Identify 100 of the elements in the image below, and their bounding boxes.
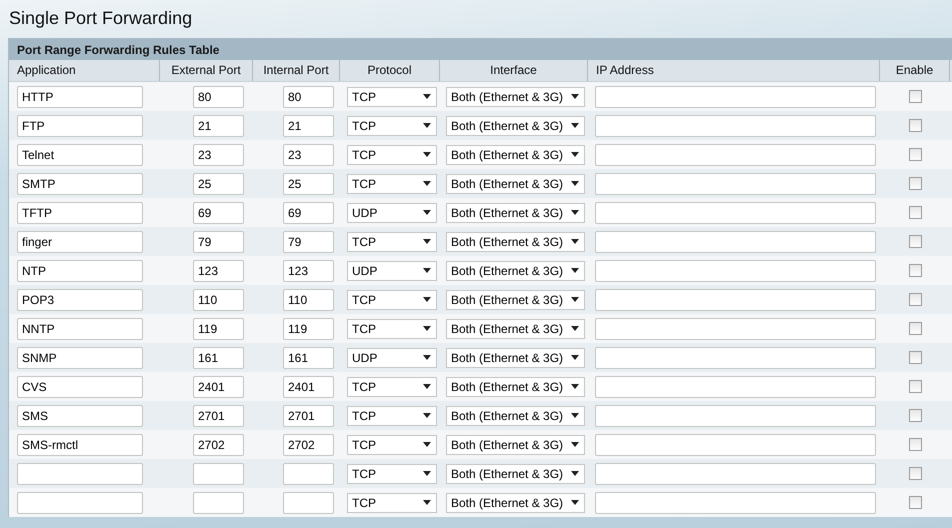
internal-port-field[interactable]: 69 [283,202,334,224]
external-port-field[interactable]: 69 [193,202,244,224]
application-field[interactable]: SMS-rmctl [17,434,143,456]
protocol-select[interactable]: TCP [347,290,437,310]
external-port-field[interactable]: 2702 [193,434,244,456]
internal-port-field[interactable]: 21 [283,114,334,136]
protocol-select[interactable]: TCP [347,434,437,454]
ip-address-field[interactable] [595,172,876,194]
ip-address-field[interactable] [595,376,876,398]
interface-select[interactable]: Both (Ethernet & 3G) [446,174,585,194]
enable-checkbox[interactable] [908,496,922,509]
interface-select[interactable]: Both (Ethernet & 3G) [446,406,585,426]
interface-select[interactable]: Both (Ethernet & 3G) [446,202,585,222]
external-port-field[interactable]: 123 [193,260,244,282]
protocol-select[interactable]: TCP [347,464,437,484]
protocol-select[interactable]: TCP [347,232,437,252]
internal-port-field[interactable]: 123 [283,260,334,282]
application-field[interactable]: FTP [17,114,143,136]
enable-checkbox[interactable] [908,322,922,335]
interface-select[interactable]: Both (Ethernet & 3G) [446,376,585,396]
internal-port-field[interactable]: 25 [283,172,334,194]
application-field[interactable]: HTTP [17,86,143,108]
internal-port-field[interactable]: 79 [283,230,334,252]
enable-checkbox[interactable] [908,264,922,277]
application-field[interactable] [17,462,143,484]
protocol-select[interactable]: TCP [347,318,437,338]
protocol-select[interactable]: UDP [347,348,437,368]
protocol-select[interactable]: TCP [347,492,437,512]
interface-select[interactable]: Both (Ethernet & 3G) [446,348,585,368]
enable-checkbox[interactable] [908,293,922,306]
ip-address-field[interactable] [595,462,876,484]
external-port-field[interactable] [193,462,244,484]
internal-port-field[interactable]: 119 [283,318,334,340]
internal-port-field[interactable]: 110 [283,288,334,310]
external-port-field[interactable]: 110 [193,288,244,310]
application-field[interactable]: SNMP [17,346,143,368]
external-port-field[interactable]: 21 [193,114,244,136]
internal-port-field[interactable]: 2702 [283,434,334,456]
interface-select[interactable]: Both (Ethernet & 3G) [446,464,585,484]
ip-address-field[interactable] [595,318,876,340]
application-field[interactable]: CVS [17,376,143,398]
application-field[interactable]: SMS [17,404,143,426]
enable-checkbox[interactable] [908,409,922,422]
internal-port-field[interactable] [283,462,334,484]
external-port-field[interactable]: 23 [193,144,244,166]
protocol-select[interactable]: TCP [347,144,437,164]
protocol-select[interactable]: TCP [347,86,437,106]
enable-checkbox[interactable] [908,177,922,190]
application-field[interactable]: NNTP [17,318,143,340]
interface-select[interactable]: Both (Ethernet & 3G) [446,318,585,338]
interface-select[interactable]: Both (Ethernet & 3G) [446,116,585,136]
internal-port-field[interactable]: 80 [283,86,334,108]
application-field[interactable]: TFTP [17,202,143,224]
application-field[interactable] [17,492,143,514]
interface-select[interactable]: Both (Ethernet & 3G) [446,434,585,454]
internal-port-field[interactable]: 2401 [283,376,334,398]
ip-address-field[interactable] [595,434,876,456]
external-port-field[interactable]: 2401 [193,376,244,398]
enable-checkbox[interactable] [908,438,922,451]
ip-address-field[interactable] [595,260,876,282]
external-port-field[interactable]: 2701 [193,404,244,426]
ip-address-field[interactable] [595,144,876,166]
external-port-field[interactable] [193,492,244,514]
ip-address-field[interactable] [595,86,876,108]
protocol-select[interactable]: TCP [347,116,437,136]
enable-checkbox[interactable] [908,206,922,219]
ip-address-field[interactable] [595,114,876,136]
protocol-select[interactable]: TCP [347,406,437,426]
interface-select[interactable]: Both (Ethernet & 3G) [446,232,585,252]
internal-port-field[interactable]: 161 [283,346,334,368]
external-port-field[interactable]: 25 [193,172,244,194]
protocol-select[interactable]: TCP [347,174,437,194]
interface-select[interactable]: Both (Ethernet & 3G) [446,144,585,164]
enable-checkbox[interactable] [908,351,922,364]
application-field[interactable]: POP3 [17,288,143,310]
internal-port-field[interactable] [283,492,334,514]
ip-address-field[interactable] [595,492,876,514]
application-field[interactable]: finger [17,230,143,252]
enable-checkbox[interactable] [908,467,922,480]
external-port-field[interactable]: 161 [193,346,244,368]
application-field[interactable]: Telnet [17,144,143,166]
internal-port-field[interactable]: 23 [283,144,334,166]
external-port-field[interactable]: 80 [193,86,244,108]
protocol-select[interactable]: UDP [347,260,437,280]
external-port-field[interactable]: 79 [193,230,244,252]
external-port-field[interactable]: 119 [193,318,244,340]
interface-select[interactable]: Both (Ethernet & 3G) [446,260,585,280]
interface-select[interactable]: Both (Ethernet & 3G) [446,86,585,106]
enable-checkbox[interactable] [908,119,922,132]
interface-select[interactable]: Both (Ethernet & 3G) [446,492,585,512]
protocol-select[interactable]: TCP [347,376,437,396]
ip-address-field[interactable] [595,230,876,252]
protocol-select[interactable]: UDP [347,202,437,222]
internal-port-field[interactable]: 2701 [283,404,334,426]
ip-address-field[interactable] [595,202,876,224]
ip-address-field[interactable] [595,404,876,426]
enable-checkbox[interactable] [908,235,922,248]
interface-select[interactable]: Both (Ethernet & 3G) [446,290,585,310]
enable-checkbox[interactable] [908,90,922,103]
enable-checkbox[interactable] [908,148,922,161]
